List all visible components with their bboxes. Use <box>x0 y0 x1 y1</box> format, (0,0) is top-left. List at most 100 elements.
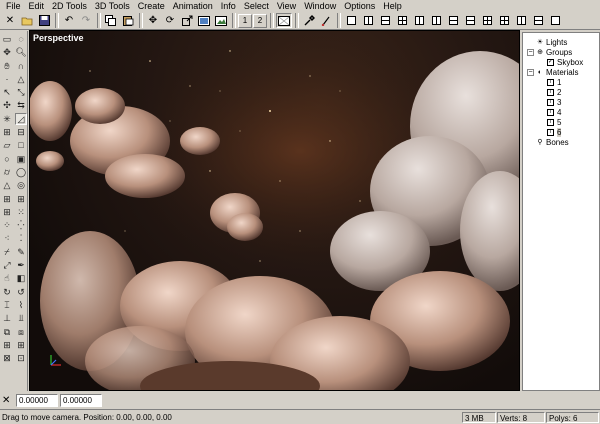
texture-icon[interactable]: ⊡ <box>15 352 27 364</box>
points-icon[interactable]: ⁚ <box>15 232 27 244</box>
tree-node-skybox[interactable]: ✓ Skybox <box>547 58 583 67</box>
menu-select[interactable]: Select <box>240 0 273 12</box>
pointer-icon[interactable]: ↖ <box>1 86 13 98</box>
layout-button-2[interactable]: 2 <box>253 13 267 28</box>
magnet-icon[interactable]: ∩ <box>15 60 27 72</box>
align-icon[interactable]: ⊥ <box>1 312 13 324</box>
viewport-layout-top-icon[interactable] <box>445 13 461 28</box>
vertex-icon[interactable]: · <box>1 73 13 85</box>
move-tool-icon[interactable]: ✥ <box>1 46 13 58</box>
paste-icon[interactable] <box>120 13 136 28</box>
close-icon[interactable]: ✕ <box>2 13 18 28</box>
redo-icon[interactable]: ↷ <box>78 13 94 28</box>
split-icon[interactable]: ⊞ <box>1 339 13 351</box>
viewport-layout-alt2-icon[interactable] <box>530 13 546 28</box>
zoom-icon[interactable]: 🔍︎ <box>15 46 27 58</box>
sphere-icon[interactable]: ◯ <box>15 166 27 178</box>
checkbox-icon[interactable]: ✓ <box>547 59 554 66</box>
scale-tool-icon[interactable]: ⤡ <box>15 86 27 98</box>
viewport-layout-four-icon[interactable] <box>496 13 512 28</box>
tree-node-material-1[interactable]: T 1 <box>547 78 561 87</box>
menu-create[interactable]: Create <box>134 0 169 12</box>
menu-help[interactable]: Help <box>379 0 406 12</box>
menu-info[interactable]: Info <box>217 0 240 12</box>
icon-tool[interactable] <box>213 13 229 28</box>
mesh-icon[interactable]: ⊞ <box>15 193 27 205</box>
tree-node-bones[interactable]: + ⚲ Bones <box>527 138 568 147</box>
dots-icon[interactable]: ⁙ <box>15 206 27 218</box>
flip-icon[interactable]: ⇆ <box>15 99 27 111</box>
tree-node-groups[interactable]: − ⊕ Groups <box>527 48 572 57</box>
rotate-tool-icon[interactable]: ✣ <box>1 99 13 111</box>
uv-icon[interactable]: ⊠ <box>1 352 13 364</box>
spin-icon[interactable]: ↻ <box>1 286 13 298</box>
rotate-icon[interactable]: ⟳ <box>162 13 178 28</box>
perspective-viewport[interactable]: Perspective <box>29 30 520 391</box>
bevel-icon[interactable]: ◧ <box>15 272 27 284</box>
eyedropper-icon[interactable] <box>301 13 317 28</box>
tree-node-material-2[interactable]: T 2 <box>547 88 561 97</box>
menu-view[interactable]: View <box>273 0 300 12</box>
menu-2d-tools[interactable]: 2D Tools <box>48 0 91 12</box>
copy-icon[interactable] <box>103 13 119 28</box>
cone-icon[interactable]: △ <box>1 179 13 191</box>
subdivide-icon[interactable]: ⊞ <box>1 206 13 218</box>
tree-node-lights[interactable]: + ☀ Lights <box>527 38 568 47</box>
viewport-layout-alt3-icon[interactable] <box>547 13 563 28</box>
viewport-layout-three-icon[interactable] <box>479 13 495 28</box>
tree-node-materials[interactable]: − ◐ Materials <box>527 68 578 77</box>
y-coordinate-field[interactable]: 0.00000 <box>60 394 102 407</box>
spin-back-icon[interactable]: ↺ <box>15 286 27 298</box>
knife-icon[interactable]: ⌿ <box>1 246 13 258</box>
viewport-layout-hsplit-icon[interactable] <box>377 13 393 28</box>
menu-options[interactable]: Options <box>340 0 379 12</box>
paint-icon[interactable] <box>318 13 334 28</box>
viewport-layout-right-icon[interactable] <box>428 13 444 28</box>
grab-icon[interactable]: ✋︎ <box>1 60 13 72</box>
viewport-layout-alt-icon[interactable] <box>513 13 529 28</box>
move-icon[interactable]: ✥ <box>145 13 161 28</box>
save-icon[interactable] <box>36 13 52 28</box>
pipette-icon[interactable]: ⤢ <box>1 259 13 271</box>
weld-icon[interactable]: ⁘ <box>1 219 13 231</box>
grid-tool-icon[interactable]: ⊟ <box>15 126 27 138</box>
pen-icon[interactable]: ✒ <box>15 259 27 271</box>
face-icon[interactable]: △ <box>15 73 27 85</box>
cube-icon[interactable]: ▣ <box>15 153 27 165</box>
menu-3d-tools[interactable]: 3D Tools <box>91 0 134 12</box>
tree-node-material-3[interactable]: T 3 <box>547 98 561 107</box>
torus-icon[interactable]: ◎ <box>15 179 27 191</box>
scatter-icon[interactable]: ⁖ <box>1 232 13 244</box>
grid-icon[interactable]: ⊞ <box>1 193 13 205</box>
distribute-icon[interactable]: ⫫ <box>15 312 27 324</box>
mirror-icon[interactable]: ⧉ <box>1 326 13 338</box>
layout-button-1[interactable]: 1 <box>238 13 252 28</box>
pin-icon[interactable]: ⌶ <box>1 299 13 311</box>
menu-animation[interactable]: Animation <box>169 0 217 12</box>
bend-icon[interactable]: ⌇ <box>15 299 27 311</box>
viewport-layout-left-icon[interactable] <box>411 13 427 28</box>
scale-icon[interactable] <box>179 13 195 28</box>
snap-icon[interactable]: ⁛ <box>15 219 27 231</box>
open-folder-icon[interactable] <box>19 13 35 28</box>
select-rect-icon[interactable]: ▭ <box>1 33 13 45</box>
tree-node-material-4[interactable]: T 4 <box>547 108 561 117</box>
menu-edit[interactable]: Edit <box>25 0 49 12</box>
menu-file[interactable]: File <box>2 0 25 12</box>
menu-window[interactable]: Window <box>300 0 340 12</box>
viewport-layout-single-icon[interactable] <box>343 13 359 28</box>
cylinder-icon[interactable]: ⌭ <box>1 166 13 178</box>
viewport-layout-quad-icon[interactable] <box>394 13 410 28</box>
x-coordinate-field[interactable]: 0.00000 <box>16 394 58 407</box>
undo-icon[interactable]: ↶ <box>61 13 77 28</box>
box-icon[interactable]: □ <box>15 139 27 151</box>
collapse-icon[interactable]: − <box>527 69 534 76</box>
view-icon[interactable] <box>196 13 212 28</box>
hand-tool-icon[interactable]: ☝︎ <box>1 272 13 284</box>
plane-icon[interactable]: ▱ <box>1 139 13 151</box>
brush-icon[interactable]: ✎ <box>15 246 27 258</box>
merge-icon[interactable]: ⧈ <box>15 326 27 338</box>
wireframe-toggle-icon[interactable] <box>276 13 292 28</box>
collapse-icon[interactable]: − <box>527 49 534 56</box>
lasso-icon[interactable]: ◌ <box>15 33 27 45</box>
